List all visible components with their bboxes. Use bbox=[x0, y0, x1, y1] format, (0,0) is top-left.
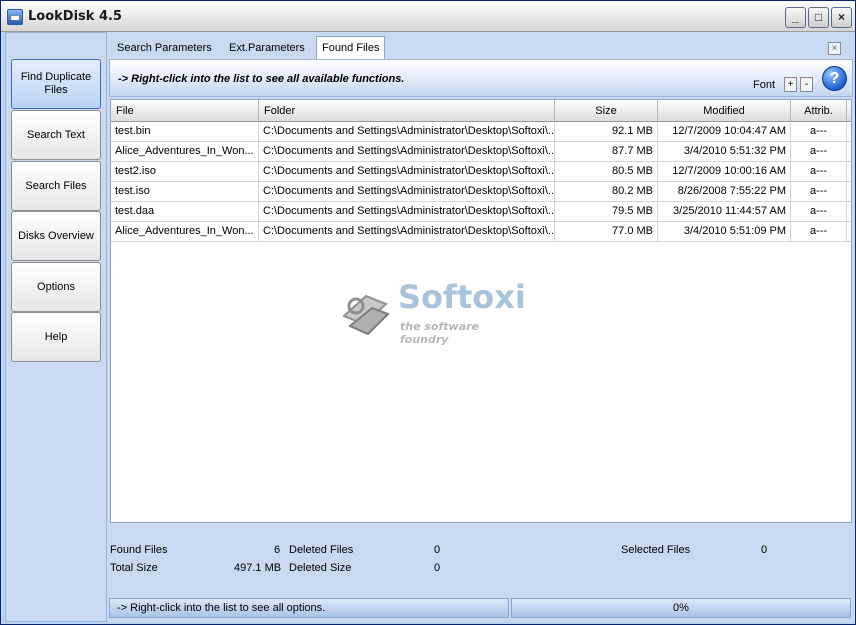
column-header-modified[interactable]: Modified bbox=[658, 100, 791, 122]
sidebar-item-find-duplicate-files[interactable]: Find Duplicate Files bbox=[11, 59, 101, 109]
cell-folder: C:\Documents and Settings\Administrator\… bbox=[259, 122, 555, 142]
cell-attrib: a--- bbox=[791, 182, 847, 202]
table-row[interactable]: test.bin C:\Documents and Settings\Admin… bbox=[111, 122, 851, 142]
title-bar[interactable]: LookDisk 4.5 _ □ × bbox=[1, 1, 855, 32]
table-row[interactable]: Alice_Adventures_In_Won... C:\Documents … bbox=[111, 222, 851, 242]
app-window: LookDisk 4.5 _ □ × Find Duplicate Files … bbox=[0, 0, 856, 625]
info-bar: -> Right-click into the list to see all … bbox=[109, 59, 853, 97]
cell-file: Alice_Adventures_In_Won... bbox=[111, 222, 259, 242]
table-row[interactable]: test2.iso C:\Documents and Settings\Admi… bbox=[111, 162, 851, 182]
font-increase-button[interactable]: + bbox=[784, 77, 797, 92]
cell-folder: C:\Documents and Settings\Administrator\… bbox=[259, 182, 555, 202]
sidebar-item-disks-overview[interactable]: Disks Overview bbox=[11, 211, 101, 261]
cell-attrib: a--- bbox=[791, 202, 847, 222]
cell-file: test.daa bbox=[111, 202, 259, 222]
softoxi-logo-icon bbox=[342, 294, 390, 336]
sidebar: Find Duplicate Files Search Text Search … bbox=[5, 32, 107, 622]
tab-found-files[interactable]: Found Files bbox=[316, 36, 386, 60]
sidebar-item-options[interactable]: Options bbox=[11, 262, 101, 312]
selected-files-label: Selected Files bbox=[621, 544, 691, 556]
cell-size: 92.1 MB bbox=[555, 122, 658, 142]
cell-size: 79.5 MB bbox=[555, 202, 658, 222]
sidebar-item-label: Options bbox=[37, 280, 75, 293]
tab-search-parameters[interactable]: Search Parameters bbox=[112, 38, 217, 59]
cell-modified: 3/4/2010 5:51:09 PM bbox=[658, 222, 791, 242]
found-files-table[interactable]: File Folder Size Modified Attrib. test.b… bbox=[110, 99, 852, 523]
sidebar-item-search-text[interactable]: Search Text bbox=[11, 110, 101, 160]
total-size-value: 497.1 MB bbox=[234, 562, 282, 574]
window-title: LookDisk 4.5 bbox=[28, 9, 122, 24]
cell-attrib: a--- bbox=[791, 222, 847, 242]
sidebar-item-label: Help bbox=[44, 330, 68, 343]
progress-indicator: 0% bbox=[511, 598, 851, 618]
cell-file: Alice_Adventures_In_Won... bbox=[111, 142, 259, 162]
cell-modified: 12/7/2009 10:04:47 AM bbox=[658, 122, 791, 142]
softoxi-watermark: Softoxi the software foundry bbox=[338, 278, 528, 348]
column-header-size[interactable]: Size bbox=[555, 100, 658, 122]
cell-modified: 3/4/2010 5:51:32 PM bbox=[658, 142, 791, 162]
help-icon[interactable]: ? bbox=[822, 66, 847, 91]
stats-panel: Found Files 6 Total Size 497.1 MB Delete… bbox=[107, 540, 855, 582]
cell-size: 87.7 MB bbox=[555, 142, 658, 162]
selected-files-value: 0 bbox=[761, 544, 768, 556]
column-header-attrib[interactable]: Attrib. bbox=[791, 100, 847, 122]
cell-modified: 12/7/2009 10:00:16 AM bbox=[658, 162, 791, 182]
found-files-value: 6 bbox=[274, 544, 281, 556]
minimize-button[interactable]: _ bbox=[785, 7, 806, 28]
hint-text: -> Right-click into the list to see all … bbox=[118, 73, 405, 85]
font-decrease-button[interactable]: - bbox=[800, 77, 813, 92]
sidebar-item-label: Search Files bbox=[25, 179, 87, 192]
table-row[interactable]: test.daa C:\Documents and Settings\Admin… bbox=[111, 202, 851, 222]
cell-size: 80.2 MB bbox=[555, 182, 658, 202]
main-content: Search Parameters Ext.Parameters Found F… bbox=[107, 32, 855, 622]
sidebar-item-search-files[interactable]: Search Files bbox=[11, 161, 101, 211]
sidebar-item-label: Disks Overview bbox=[18, 229, 94, 242]
close-button[interactable]: × bbox=[831, 7, 852, 28]
deleted-files-label: Deleted Files bbox=[289, 544, 354, 556]
table-row[interactable]: Alice_Adventures_In_Won... C:\Documents … bbox=[111, 142, 851, 162]
cell-file: test.bin bbox=[111, 122, 259, 142]
watermark-brand: Softoxi bbox=[398, 278, 526, 316]
deleted-files-value: 0 bbox=[434, 544, 441, 556]
sidebar-item-label: Search Text bbox=[27, 128, 85, 141]
total-size-label: Total Size bbox=[110, 562, 158, 574]
cell-size: 77.0 MB bbox=[555, 222, 658, 242]
deleted-size-label: Deleted Size bbox=[289, 562, 352, 574]
cell-folder: C:\Documents and Settings\Administrator\… bbox=[259, 142, 555, 162]
cell-size: 80.5 MB bbox=[555, 162, 658, 182]
font-label: Font bbox=[753, 79, 776, 91]
sidebar-item-help[interactable]: Help bbox=[11, 312, 101, 362]
found-files-label: Found Files bbox=[110, 544, 168, 556]
cell-attrib: a--- bbox=[791, 122, 847, 142]
status-bar: -> Right-click into the list to see all … bbox=[109, 598, 853, 618]
cell-modified: 3/25/2010 11:44:57 AM bbox=[658, 202, 791, 222]
cell-file: test.iso bbox=[111, 182, 259, 202]
cell-folder: C:\Documents and Settings\Administrator\… bbox=[259, 162, 555, 182]
table-row[interactable]: test.iso C:\Documents and Settings\Admin… bbox=[111, 182, 851, 202]
cell-attrib: a--- bbox=[791, 142, 847, 162]
column-header-folder[interactable]: Folder bbox=[259, 100, 555, 122]
cell-file: test2.iso bbox=[111, 162, 259, 182]
status-message: -> Right-click into the list to see all … bbox=[109, 598, 509, 618]
deleted-size-value: 0 bbox=[434, 562, 441, 574]
cell-attrib: a--- bbox=[791, 162, 847, 182]
tab-strip: Search Parameters Ext.Parameters Found F… bbox=[107, 35, 855, 60]
app-disk-icon bbox=[7, 9, 23, 25]
cell-folder: C:\Documents and Settings\Administrator\… bbox=[259, 222, 555, 242]
watermark-tagline: the software foundry bbox=[400, 320, 479, 346]
table-header: File Folder Size Modified Attrib. bbox=[111, 100, 851, 122]
cell-modified: 8/26/2008 7:55:22 PM bbox=[658, 182, 791, 202]
tab-ext-parameters[interactable]: Ext.Parameters bbox=[224, 38, 310, 59]
close-tab-icon[interactable]: × bbox=[828, 42, 841, 55]
column-header-file[interactable]: File bbox=[111, 100, 259, 122]
sidebar-item-label: Find Duplicate Files bbox=[20, 71, 92, 96]
cell-folder: C:\Documents and Settings\Administrator\… bbox=[259, 202, 555, 222]
maximize-button[interactable]: □ bbox=[808, 7, 829, 28]
